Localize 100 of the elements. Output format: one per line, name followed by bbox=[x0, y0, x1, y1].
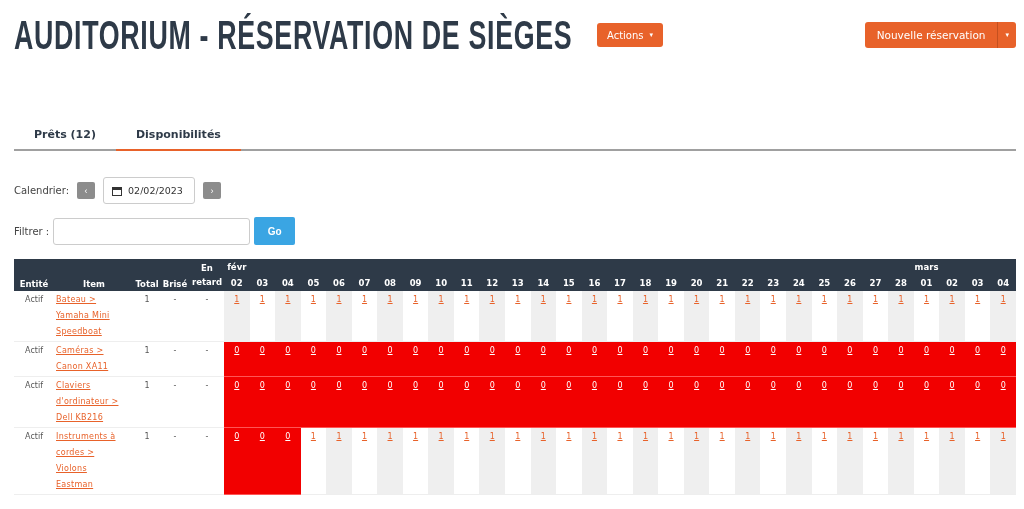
availability-link[interactable]: 0 bbox=[285, 381, 291, 390]
item-link[interactable]: Instruments à cordes > Violons Eastman bbox=[56, 429, 122, 493]
availability-link[interactable]: 0 bbox=[489, 381, 495, 390]
availability-link[interactable]: 0 bbox=[310, 346, 316, 355]
availability-link[interactable]: 1 bbox=[438, 295, 444, 304]
availability-link[interactable]: 0 bbox=[975, 381, 981, 390]
go-button[interactable]: Go bbox=[254, 217, 296, 245]
availability-link[interactable]: 0 bbox=[642, 346, 649, 355]
availability-link[interactable]: 1 bbox=[975, 295, 981, 304]
availability-link[interactable]: 0 bbox=[336, 346, 342, 355]
availability-link[interactable]: 1 bbox=[361, 295, 368, 304]
availability-link[interactable]: 1 bbox=[847, 295, 853, 304]
availability-link[interactable]: 1 bbox=[949, 432, 955, 441]
date-field[interactable]: 02/02/2023 bbox=[103, 177, 196, 204]
availability-link[interactable]: 0 bbox=[898, 346, 904, 355]
tab[interactable]: Disponibilités bbox=[115, 122, 241, 151]
item-link[interactable]: Bateau > Yamaha Mini Speedboat bbox=[56, 292, 122, 340]
availability-link[interactable]: 1 bbox=[694, 295, 700, 304]
availability-link[interactable]: 0 bbox=[515, 346, 521, 355]
availability-link[interactable]: 0 bbox=[234, 381, 240, 390]
availability-link[interactable]: 0 bbox=[745, 346, 751, 355]
availability-link[interactable]: 0 bbox=[872, 381, 878, 390]
availability-link[interactable]: 1 bbox=[413, 432, 419, 441]
availability-link[interactable]: 0 bbox=[438, 381, 444, 390]
availability-link[interactable]: 1 bbox=[591, 432, 597, 441]
availability-link[interactable]: 1 bbox=[642, 432, 649, 441]
availability-link[interactable]: 1 bbox=[719, 295, 725, 304]
availability-link[interactable]: 1 bbox=[515, 295, 521, 304]
availability-link[interactable]: 0 bbox=[1000, 346, 1006, 355]
availability-link[interactable]: 0 bbox=[464, 381, 470, 390]
availability-link[interactable]: 0 bbox=[234, 346, 240, 355]
availability-link[interactable]: 1 bbox=[413, 295, 419, 304]
availability-link[interactable]: 0 bbox=[540, 346, 546, 355]
availability-link[interactable]: 1 bbox=[566, 295, 572, 304]
availability-link[interactable]: 1 bbox=[489, 295, 495, 304]
availability-link[interactable]: 0 bbox=[847, 346, 853, 355]
availability-link[interactable]: 1 bbox=[770, 432, 776, 441]
availability-link[interactable]: 0 bbox=[642, 381, 649, 390]
availability-link[interactable]: 1 bbox=[489, 432, 495, 441]
availability-link[interactable]: 1 bbox=[975, 432, 981, 441]
availability-link[interactable]: 1 bbox=[949, 295, 955, 304]
availability-link[interactable]: 0 bbox=[387, 381, 393, 390]
availability-link[interactable]: 1 bbox=[515, 432, 521, 441]
availability-link[interactable]: 0 bbox=[719, 381, 725, 390]
item-link[interactable]: Claviers d'ordinateur > Dell KB216 bbox=[56, 378, 122, 426]
availability-link[interactable]: 0 bbox=[821, 346, 827, 355]
availability-link[interactable]: 0 bbox=[413, 381, 419, 390]
availability-link[interactable]: 0 bbox=[949, 346, 955, 355]
availability-link[interactable]: 0 bbox=[234, 432, 240, 441]
availability-link[interactable]: 0 bbox=[285, 346, 291, 355]
availability-link[interactable]: 1 bbox=[694, 432, 700, 441]
availability-link[interactable]: 1 bbox=[464, 295, 470, 304]
availability-link[interactable]: 0 bbox=[489, 346, 495, 355]
availability-link[interactable]: 0 bbox=[847, 381, 853, 390]
availability-link[interactable]: 1 bbox=[617, 432, 623, 441]
availability-link[interactable]: 0 bbox=[591, 381, 597, 390]
availability-link[interactable]: 0 bbox=[310, 381, 316, 390]
availability-link[interactable]: 1 bbox=[336, 432, 342, 441]
availability-link[interactable]: 1 bbox=[642, 295, 649, 304]
availability-link[interactable]: 0 bbox=[617, 346, 623, 355]
availability-link[interactable]: 1 bbox=[591, 295, 597, 304]
availability-link[interactable]: 0 bbox=[566, 381, 572, 390]
availability-link[interactable]: 1 bbox=[719, 432, 725, 441]
availability-link[interactable]: 1 bbox=[1000, 295, 1006, 304]
availability-link[interactable]: 0 bbox=[770, 346, 776, 355]
availability-link[interactable]: 1 bbox=[796, 295, 802, 304]
availability-link[interactable]: 0 bbox=[694, 346, 700, 355]
availability-link[interactable]: 1 bbox=[668, 295, 674, 304]
availability-link[interactable]: 1 bbox=[617, 295, 623, 304]
availability-link[interactable]: 0 bbox=[413, 346, 419, 355]
availability-link[interactable]: 0 bbox=[566, 346, 572, 355]
availability-link[interactable]: 0 bbox=[1000, 381, 1006, 390]
availability-link[interactable]: 0 bbox=[259, 432, 265, 441]
availability-link[interactable]: 0 bbox=[745, 381, 751, 390]
availability-link[interactable]: 0 bbox=[336, 381, 342, 390]
availability-link[interactable]: 0 bbox=[770, 381, 776, 390]
new-reservation-button[interactable]: Nouvelle réservation bbox=[864, 22, 998, 48]
availability-link[interactable]: 0 bbox=[285, 432, 291, 441]
availability-link[interactable]: 0 bbox=[872, 346, 878, 355]
availability-link[interactable]: 0 bbox=[924, 346, 930, 355]
availability-link[interactable]: 1 bbox=[361, 432, 368, 441]
availability-link[interactable]: 1 bbox=[438, 432, 444, 441]
availability-link[interactable]: 0 bbox=[361, 346, 368, 355]
availability-link[interactable]: 1 bbox=[872, 295, 878, 304]
availability-link[interactable]: 0 bbox=[821, 381, 827, 390]
availability-link[interactable]: 1 bbox=[924, 432, 930, 441]
availability-link[interactable]: 0 bbox=[259, 346, 265, 355]
availability-link[interactable]: 0 bbox=[975, 346, 981, 355]
availability-link[interactable]: 1 bbox=[821, 432, 827, 441]
availability-link[interactable]: 0 bbox=[617, 381, 623, 390]
availability-link[interactable]: 0 bbox=[591, 346, 597, 355]
availability-link[interactable]: 1 bbox=[259, 295, 265, 304]
previous-button[interactable]: ‹ bbox=[77, 182, 96, 199]
availability-link[interactable]: 0 bbox=[796, 346, 802, 355]
availability-link[interactable]: 0 bbox=[924, 381, 930, 390]
availability-link[interactable]: 1 bbox=[336, 295, 342, 304]
availability-link[interactable]: 1 bbox=[1000, 432, 1006, 441]
availability-link[interactable]: 0 bbox=[361, 381, 368, 390]
availability-link[interactable]: 0 bbox=[949, 381, 955, 390]
availability-link[interactable]: 0 bbox=[540, 381, 546, 390]
